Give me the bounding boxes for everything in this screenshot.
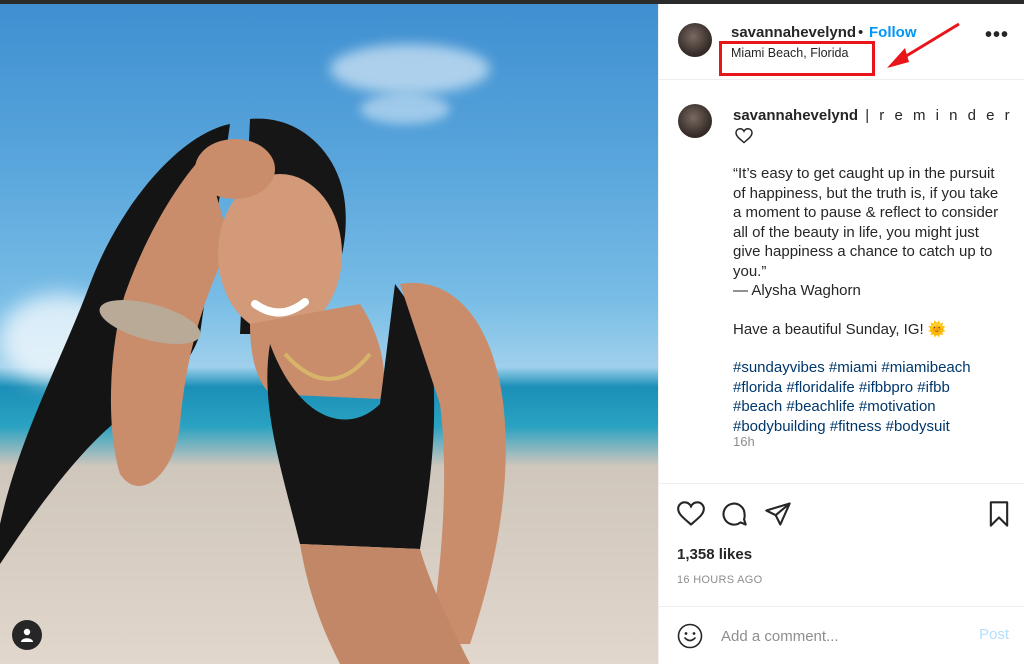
quote-line: a moment to pause & reflect to consider <box>733 204 999 221</box>
quote-line: of happiness, but the truth is, if you t… <box>733 184 999 202</box>
comment-icon[interactable] <box>720 500 748 528</box>
share-icon[interactable] <box>764 500 792 528</box>
person-figure <box>0 4 658 664</box>
caption-time[interactable]: 16h <box>733 434 755 449</box>
hashtag-line[interactable]: #sundayvibes #miami #miamibeach <box>733 358 1013 378</box>
quote-line: you.” <box>733 262 767 280</box>
caption-title: | r e m i n d e r <box>858 107 1013 124</box>
quote-block: “It’s easy to get caught up in the pursu… <box>733 164 1013 301</box>
comment-input[interactable] <box>721 624 961 648</box>
post-header: savannahevelynd • Follow Miami Beach, Fl… <box>659 4 1024 80</box>
likes-count[interactable]: 1,358 likes <box>677 546 752 563</box>
greeting: Have a beautiful Sunday, IG! 🌞 <box>733 320 947 338</box>
hashtag-block: #sundayvibes #miami #miamibeach #florida… <box>733 358 1013 436</box>
hashtag-line[interactable]: #beach #beachlife #motivation <box>733 397 1013 417</box>
heart-icon[interactable] <box>677 500 705 528</box>
quote-line: “It’s easy to get caught up in the pursu… <box>733 165 995 182</box>
caption-header: savannahevelynd | r e m i n d e r <box>733 106 1013 145</box>
caption-avatar[interactable] <box>678 104 712 138</box>
action-bar: 1,358 likes 16 HOURS AGO Post <box>659 483 1024 663</box>
post-username[interactable]: savannahevelynd <box>731 24 856 41</box>
quote-author: — Alysha Waghorn <box>733 282 861 299</box>
quote-line: give happiness a chance to catch up to <box>733 243 993 260</box>
bookmark-icon[interactable] <box>985 500 1013 528</box>
hashtag-line[interactable]: #florida #floridalife #ifbbpro #ifbb <box>733 378 1013 398</box>
hashtag-line[interactable]: #bodybuilding #fitness #bodysuit <box>733 417 1013 437</box>
separator-dot: • <box>858 24 864 41</box>
more-icon[interactable]: ••• <box>985 25 1011 48</box>
user-glyph <box>21 628 33 642</box>
post-photo[interactable] <box>0 4 658 664</box>
quote-line: all of the beauty in life, you might jus… <box>733 223 979 241</box>
emoji-icon[interactable] <box>677 623 703 649</box>
post-comment-button[interactable]: Post <box>979 626 1009 643</box>
location-highlight-box <box>719 41 875 76</box>
post-side-panel: savannahevelynd • Follow Miami Beach, Fl… <box>658 4 1024 664</box>
user-icon[interactable] <box>12 620 42 650</box>
caption-text: savannahevelynd | r e m i n d e r “It’s … <box>733 106 1013 436</box>
heart-icon[interactable] <box>735 127 753 144</box>
person-illustration <box>0 118 506 664</box>
annotation-arrow-icon <box>887 22 960 68</box>
avatar[interactable] <box>678 23 712 57</box>
comment-bar: Post <box>659 606 1024 664</box>
posted-time: 16 HOURS AGO <box>677 574 763 586</box>
caption-username[interactable]: savannahevelynd <box>733 107 858 124</box>
